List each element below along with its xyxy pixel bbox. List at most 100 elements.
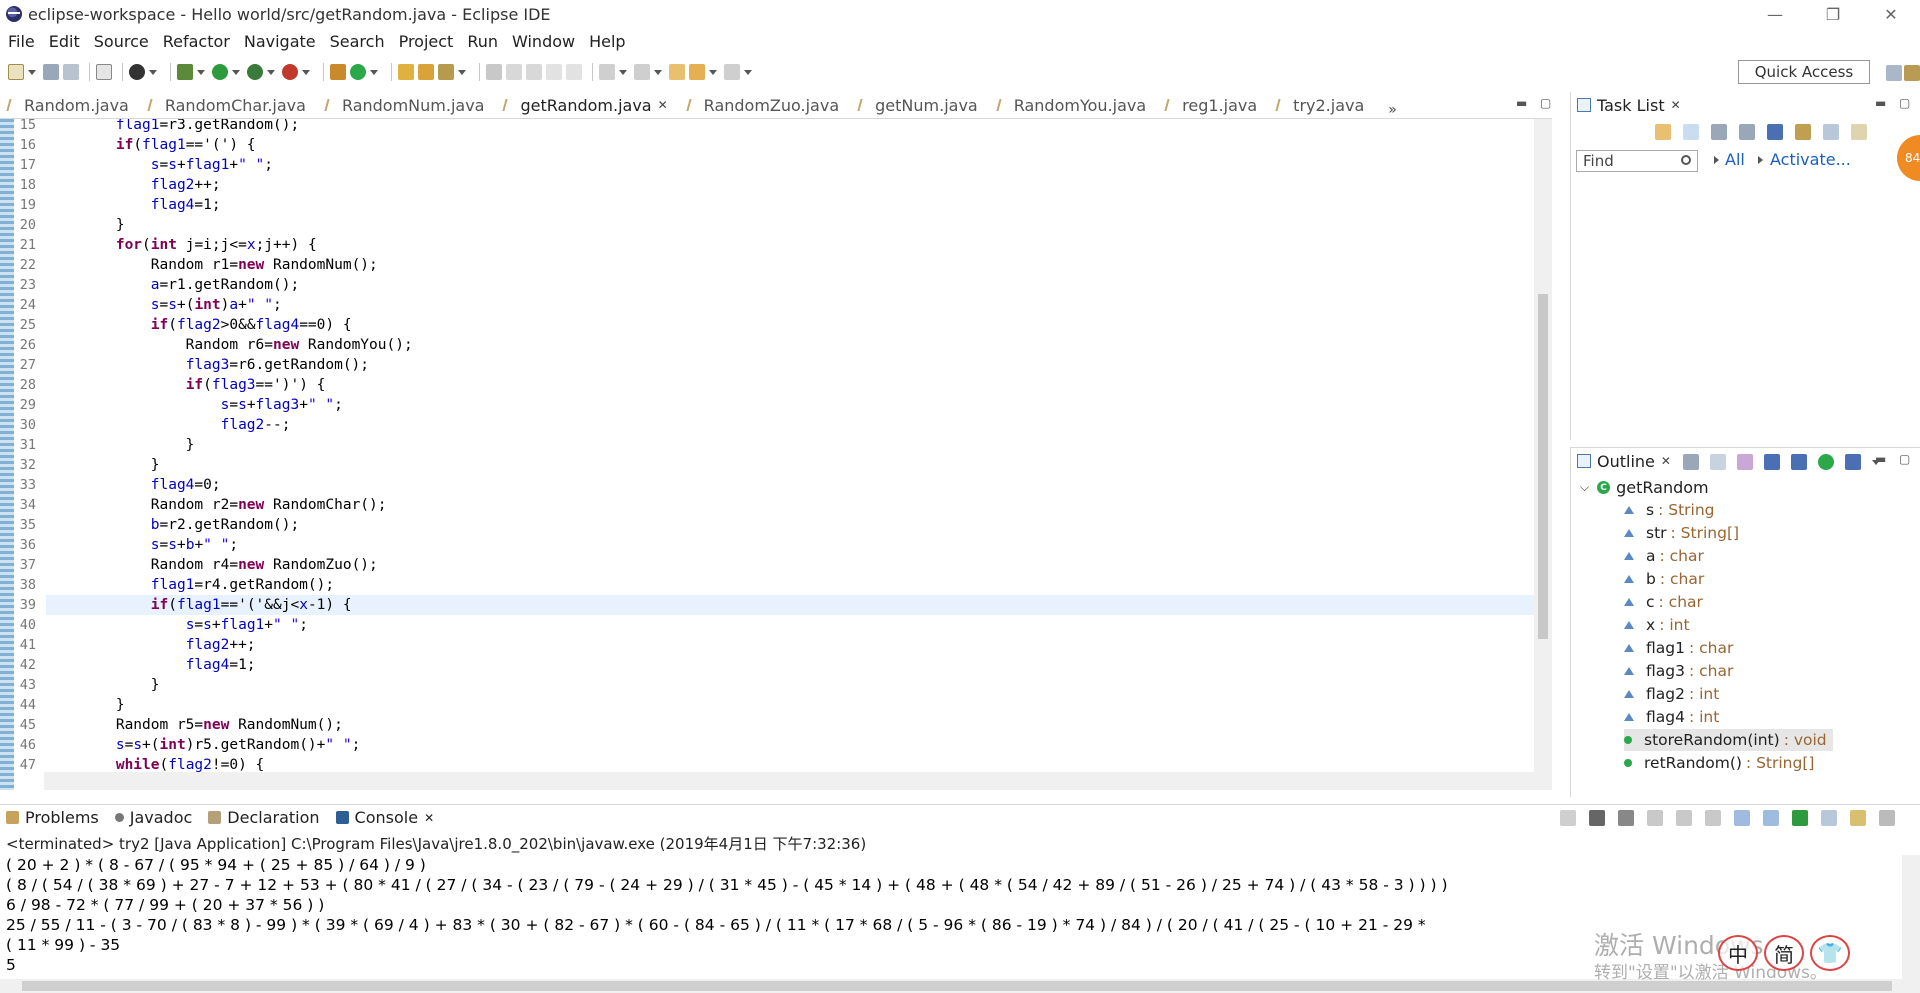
outline-method[interactable]: storeRandom(int): void: [1624, 729, 1833, 751]
new-icon[interactable]: [8, 64, 24, 80]
open-perspective-icon[interactable]: [1886, 65, 1902, 81]
code-line[interactable]: Random r2=new RandomChar();: [46, 495, 1534, 515]
code-line[interactable]: }: [46, 215, 1534, 235]
toggle-block-selection-icon[interactable]: [506, 64, 522, 80]
editor-horizontal-scrollbar[interactable]: [44, 772, 1534, 790]
word-wrap-icon[interactable]: [526, 64, 542, 80]
hide-fields-icon[interactable]: [1764, 454, 1780, 470]
pilcrow-icon[interactable]: [566, 64, 582, 80]
menu-navigate[interactable]: Navigate: [242, 32, 324, 51]
chevron-down-icon[interactable]: [232, 69, 240, 75]
save-all-icon[interactable]: [63, 64, 79, 80]
code-line[interactable]: flag4=1;: [46, 655, 1534, 675]
panel-maximize-icon[interactable]: ▢: [1899, 452, 1910, 466]
code-line[interactable]: }: [46, 675, 1534, 695]
tab-randomyou-java[interactable]: RandomYou.java: [990, 92, 1158, 118]
remove-launch-icon[interactable]: [1589, 810, 1605, 826]
view-menu-icon[interactable]: [1879, 810, 1895, 826]
outline-method[interactable]: retRandom(): String[]: [1624, 752, 1814, 774]
scroll-lock-icon[interactable]: [1676, 810, 1692, 826]
code-line[interactable]: }: [46, 435, 1534, 455]
skip-breakpoints-icon[interactable]: [129, 64, 145, 80]
chevron-down-icon[interactable]: [709, 69, 717, 75]
chevron-down-icon[interactable]: [744, 69, 752, 75]
panel-minimize-icon[interactable]: ▬: [1875, 452, 1886, 466]
clear-console-icon[interactable]: [1647, 810, 1663, 826]
focus-active-task-icon[interactable]: [1683, 454, 1699, 470]
tab-randomchar-java[interactable]: RandomChar.java: [141, 92, 318, 118]
chevron-down-icon[interactable]: [197, 69, 205, 75]
external-tools-icon[interactable]: [282, 64, 298, 80]
code-line[interactable]: Random r5=new RandomNum();: [46, 715, 1534, 735]
view-menu-icon[interactable]: [1851, 124, 1867, 140]
menu-window[interactable]: Window: [510, 32, 583, 51]
debug-icon[interactable]: [177, 64, 193, 80]
terminate-icon[interactable]: [1560, 810, 1576, 826]
code-line[interactable]: if(flag3==')') {: [46, 375, 1534, 395]
open-console-icon[interactable]: [1850, 810, 1866, 826]
tab-randomnum-java[interactable]: RandomNum.java: [318, 92, 497, 118]
ime-chinese-button[interactable]: 中: [1718, 935, 1758, 971]
new-java-class-icon[interactable]: [350, 64, 366, 80]
panel-minimize-icon[interactable]: ▬: [1875, 96, 1886, 110]
tab-random-java[interactable]: Random.java: [0, 92, 141, 118]
code-line[interactable]: flag2++;: [46, 175, 1534, 195]
code-line[interactable]: flag1=r3.getRandom();: [46, 119, 1534, 135]
outline-field[interactable]: c: char: [1624, 591, 1703, 613]
hide-local-types-icon[interactable]: [1845, 454, 1861, 470]
tab-console[interactable]: Console ✕: [329, 804, 445, 831]
focus-icon[interactable]: [1739, 124, 1755, 140]
code-line[interactable]: flag2++;: [46, 635, 1534, 655]
editor-vertical-scrollbar[interactable]: [1534, 119, 1552, 790]
outline-field[interactable]: str: String[]: [1624, 522, 1739, 544]
scheduled-icon[interactable]: [1711, 124, 1727, 140]
outline-field[interactable]: flag4: int: [1624, 706, 1719, 728]
code-line[interactable]: s=s+flag3+" ";: [46, 395, 1534, 415]
run-icon[interactable]: [212, 64, 228, 80]
code-line[interactable]: flag4=1;: [46, 195, 1534, 215]
tab-try2-java[interactable]: try2.java: [1269, 92, 1376, 118]
outline-field[interactable]: x: int: [1624, 614, 1690, 636]
menu-source[interactable]: Source: [92, 32, 157, 51]
open-task-icon[interactable]: [418, 64, 434, 80]
java-perspective-icon[interactable]: [1904, 65, 1920, 81]
chevron-down-icon[interactable]: ⌵: [1580, 480, 1589, 495]
code-line[interactable]: s=s+(int)r5.getRandom()+" ";: [46, 735, 1534, 755]
toggle-mark-occurrences-icon[interactable]: [486, 64, 502, 80]
save-icon[interactable]: [43, 64, 59, 80]
console-vertical-scrollbar[interactable]: [1902, 855, 1920, 979]
code-line[interactable]: flag2--;: [46, 415, 1534, 435]
code-line[interactable]: Random r1=new RandomNum();: [46, 255, 1534, 275]
close-tab-icon[interactable]: ✕: [424, 811, 434, 825]
menu-help[interactable]: Help: [587, 32, 633, 51]
ime-skin-button[interactable]: 👕: [1810, 935, 1850, 971]
editor-maximize-icon[interactable]: ▢: [1540, 96, 1551, 110]
new-task-icon[interactable]: [1655, 124, 1671, 140]
collapse-all-icon[interactable]: [1795, 124, 1811, 140]
synchronize-icon[interactable]: [1823, 124, 1839, 140]
editor-minimize-icon[interactable]: ▬: [1516, 96, 1527, 110]
quick-access-input[interactable]: Quick Access: [1738, 60, 1870, 84]
outline-field[interactable]: flag2: int: [1624, 683, 1719, 705]
code-line[interactable]: }: [46, 695, 1534, 715]
ime-simplified-button[interactable]: 简: [1764, 935, 1804, 971]
close-panel-icon[interactable]: ✕: [1671, 98, 1681, 112]
chevron-down-icon[interactable]: [149, 69, 157, 75]
chevron-down-icon[interactable]: [619, 69, 627, 75]
code-line[interactable]: s=s+b+" ";: [46, 535, 1534, 555]
code-editor[interactable]: 15 flag1=r3.getRandom(); 16 if(flag1=='('…: [0, 118, 1552, 790]
code-line[interactable]: if(flag1=='(') {: [46, 135, 1534, 155]
categorized-icon[interactable]: [1683, 124, 1699, 140]
binary-icon[interactable]: [96, 64, 112, 80]
collapse-all-icon[interactable]: [1710, 454, 1726, 470]
filter-all-link[interactable]: All: [1725, 150, 1745, 169]
close-window-button[interactable]: ✕: [1862, 0, 1920, 28]
restore-button[interactable]: ❐: [1804, 0, 1862, 28]
tab-javadoc[interactable]: Javadoc: [109, 805, 203, 831]
chevron-down-icon[interactable]: [28, 69, 36, 75]
tab-reg1-java[interactable]: reg1.java: [1158, 92, 1269, 118]
hide-non-public-icon[interactable]: [1818, 454, 1834, 470]
minimize-button[interactable]: —: [1746, 0, 1804, 28]
close-panel-icon[interactable]: ✕: [1661, 454, 1671, 468]
scroll-thumb[interactable]: [1538, 294, 1548, 639]
